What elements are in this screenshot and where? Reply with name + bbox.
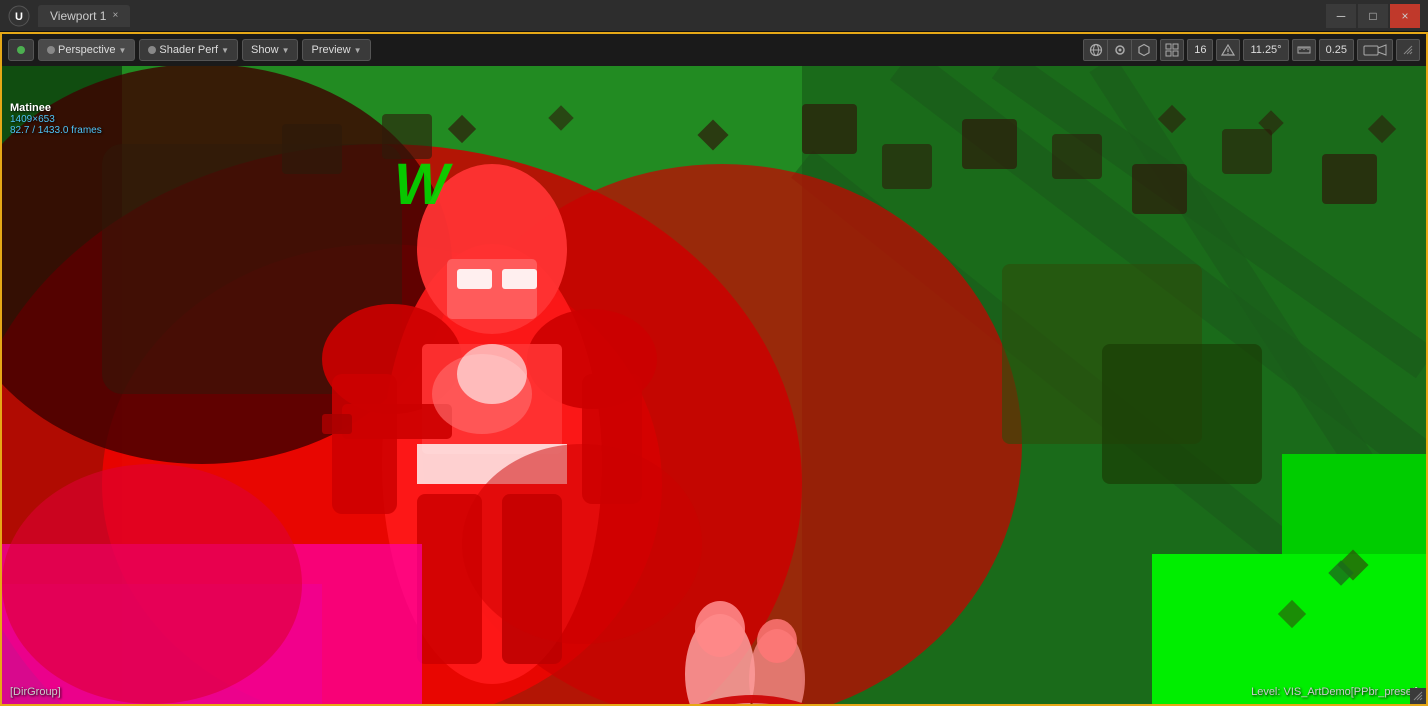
tab-close-icon[interactable]: × [112,10,118,21]
circle-icon[interactable] [1108,39,1132,61]
camera-icon[interactable] [1357,39,1393,61]
level-label: Level: VIS_ArtDemo[PPbr_preset] [1251,686,1418,698]
corner-resize-handle[interactable] [1410,688,1426,704]
frames-label: 82.7 / 1433.0 frames [10,125,102,136]
perspective-label: Perspective [58,44,115,56]
preview-arrow-icon: ▼ [354,46,362,55]
view-mode-group [1083,39,1157,61]
shader-perf-label: Shader Perf [159,44,218,56]
corner-resize-icon[interactable] [1396,39,1420,61]
grid-icon[interactable] [1160,39,1184,61]
perspective-button[interactable]: Perspective ▼ [38,39,135,61]
viewport-canvas: W Matinee 1409×653 82.7 / 1433.0 frames … [2,66,1426,704]
resolution-label: 1409×653 [10,114,102,125]
scale-value[interactable]: 0.25 [1319,39,1354,61]
warning-icon[interactable] [1216,39,1240,61]
svg-text:W: W [394,152,453,217]
close-button[interactable]: × [1390,4,1420,28]
svg-text:U: U [15,11,23,23]
shader-arrow-icon: ▼ [221,46,229,55]
tab-area: Viewport 1 × [38,5,1326,27]
active-dot [17,46,25,54]
preview-button[interactable]: Preview ▼ [302,39,370,61]
fov-value[interactable]: 16 [1187,39,1213,61]
hud-bottom-right: Level: VIS_ArtDemo[PPbr_preset] [1251,686,1418,698]
globe-icon[interactable] [1084,39,1108,61]
show-arrow-icon: ▼ [282,46,290,55]
title-bar: U Viewport 1 × ─ □ × [0,0,1428,32]
right-toolbar: 16 11.25° [1083,39,1420,61]
hud-top-left: Matinee 1409×653 82.7 / 1433.0 frames [10,102,102,136]
hud-bottom-left: [DirGroup] [10,686,61,698]
window-controls: ─ □ × [1326,4,1420,28]
matinee-label: Matinee [10,102,102,114]
preview-label: Preview [311,44,350,56]
ruler-icon[interactable] [1292,39,1316,61]
shader-perf-button[interactable]: Shader Perf ▼ [139,39,238,61]
perspective-dot [47,46,55,54]
active-indicator [8,39,34,61]
show-button[interactable]: Show ▼ [242,39,298,61]
dir-group-label: [DirGroup] [10,686,61,698]
hexagon-icon[interactable] [1132,39,1156,61]
angle-value[interactable]: 11.25° [1243,39,1288,61]
shader-dot [148,46,156,54]
perspective-arrow-icon: ▼ [118,46,126,55]
viewport-container: Perspective ▼ Shader Perf ▼ Show ▼ Previ… [0,32,1428,706]
scene-visualization: W [2,66,1426,704]
viewport-toolbar: Perspective ▼ Shader Perf ▼ Show ▼ Previ… [2,34,1426,66]
minimize-button[interactable]: ─ [1326,4,1356,28]
tab-label: Viewport 1 [50,9,106,23]
show-label: Show [251,44,279,56]
maximize-button[interactable]: □ [1358,4,1388,28]
viewport-tab[interactable]: Viewport 1 × [38,5,130,27]
ue-logo-icon: U [8,5,30,27]
